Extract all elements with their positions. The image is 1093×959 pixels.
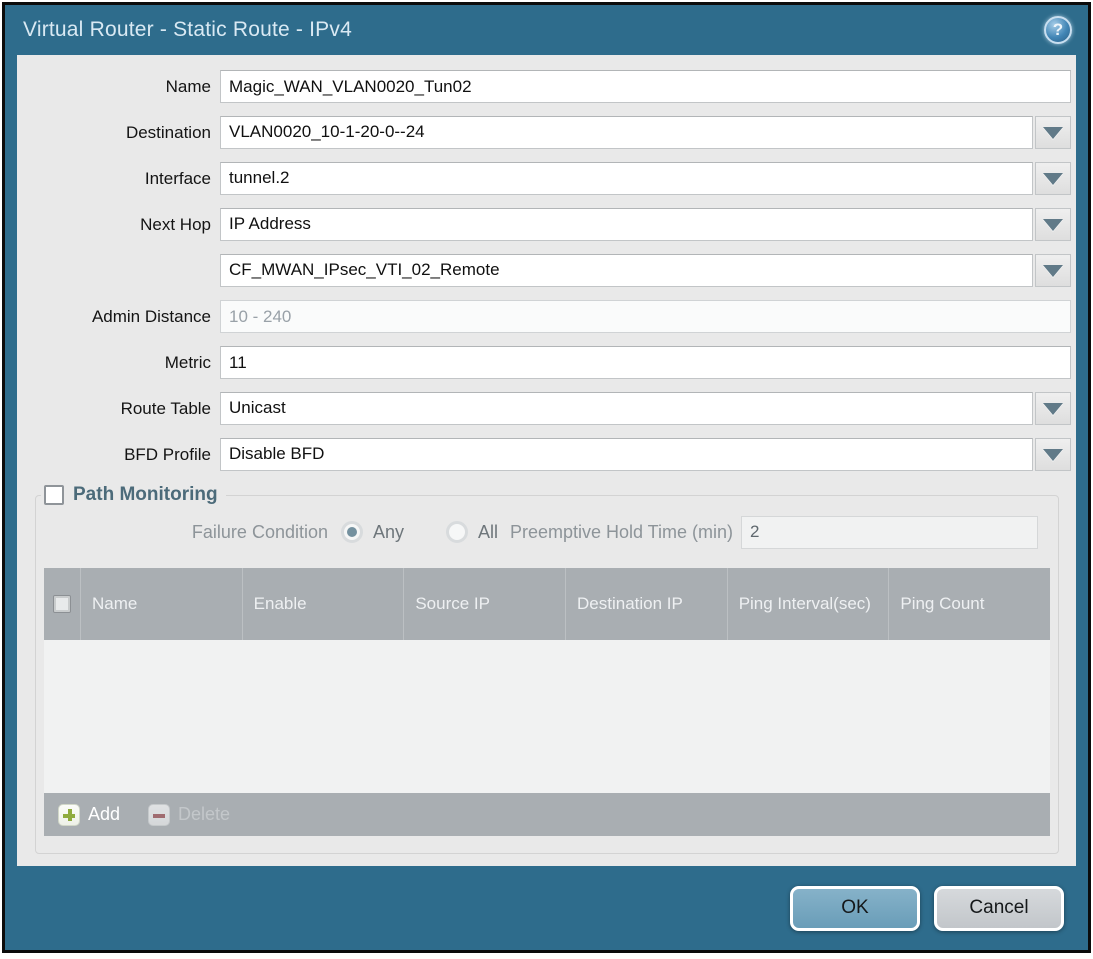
name-input[interactable] bbox=[220, 70, 1071, 103]
form-row-metric: Metric bbox=[17, 346, 1071, 379]
preemptive-hold-time-input[interactable] bbox=[741, 516, 1038, 549]
preemptive-hold-time-label: Preemptive Hold Time (min) bbox=[510, 522, 733, 543]
next-hop-address-dropdown-button[interactable] bbox=[1035, 254, 1071, 287]
metric-input[interactable] bbox=[220, 346, 1071, 379]
form-row-bfd-profile: BFD Profile Disable BFD bbox=[17, 438, 1071, 471]
destination-dropdown-button[interactable] bbox=[1035, 116, 1071, 149]
help-icon[interactable]: ? bbox=[1044, 16, 1072, 44]
dialog-content: Name Destination VLAN0020_10-1-20-0--24 … bbox=[17, 55, 1076, 866]
destination-combo[interactable]: VLAN0020_10-1-20-0--24 bbox=[220, 116, 1033, 149]
next-hop-address-combo[interactable]: CF_MWAN_IPsec_VTI_02_Remote bbox=[220, 254, 1033, 287]
path-monitoring-table: Name Enable Source IP Destination IP Pin… bbox=[44, 568, 1050, 836]
delete-button-label: Delete bbox=[178, 804, 230, 825]
form-row-next-hop-address: CF_MWAN_IPsec_VTI_02_Remote bbox=[17, 254, 1071, 287]
next-hop-type-combo[interactable]: IP Address bbox=[220, 208, 1033, 241]
column-header-source-ip[interactable]: Source IP bbox=[403, 568, 565, 640]
name-label: Name bbox=[17, 77, 220, 97]
help-glyph: ? bbox=[1053, 20, 1063, 40]
add-button[interactable]: Add bbox=[58, 804, 120, 826]
delete-button[interactable]: Delete bbox=[148, 804, 230, 826]
route-table-dropdown-button[interactable] bbox=[1035, 392, 1071, 425]
chevron-down-icon bbox=[1043, 265, 1063, 277]
table-header-row: Name Enable Source IP Destination IP Pin… bbox=[44, 568, 1050, 640]
route-table-combo[interactable]: Unicast bbox=[220, 392, 1033, 425]
path-monitoring-legend: Path Monitoring bbox=[41, 484, 226, 506]
static-route-dialog: Virtual Router - Static Route - IPv4 ? N… bbox=[2, 2, 1091, 953]
table-body-empty bbox=[44, 640, 1050, 793]
interface-combo[interactable]: tunnel.2 bbox=[220, 162, 1033, 195]
path-monitoring-title: Path Monitoring bbox=[73, 484, 218, 506]
form-row-name: Name bbox=[17, 70, 1071, 103]
chevron-down-icon bbox=[1043, 403, 1063, 415]
chevron-down-icon bbox=[1043, 173, 1063, 185]
failure-condition-any-label: Any bbox=[373, 522, 404, 543]
interface-label: Interface bbox=[17, 169, 220, 189]
failure-condition-row: Failure Condition Any All Preemptive Hol… bbox=[36, 514, 1038, 550]
destination-label: Destination bbox=[17, 123, 220, 143]
form-row-destination: Destination VLAN0020_10-1-20-0--24 bbox=[17, 116, 1071, 149]
column-header-enable[interactable]: Enable bbox=[242, 568, 404, 640]
path-monitoring-group: Path Monitoring Failure Condition Any Al… bbox=[35, 484, 1059, 854]
metric-label: Metric bbox=[17, 353, 220, 373]
add-button-label: Add bbox=[88, 804, 120, 825]
select-all-checkbox[interactable] bbox=[53, 595, 71, 613]
route-table-label: Route Table bbox=[17, 399, 220, 419]
failure-condition-radio-all[interactable] bbox=[446, 521, 468, 543]
bfd-profile-combo[interactable]: Disable BFD bbox=[220, 438, 1033, 471]
chevron-down-icon bbox=[1043, 219, 1063, 231]
form-row-next-hop: Next Hop IP Address bbox=[17, 208, 1071, 241]
dialog-footer: OK Cancel bbox=[5, 866, 1088, 950]
plus-icon bbox=[58, 804, 80, 826]
minus-icon bbox=[148, 804, 170, 826]
dialog-title: Virtual Router - Static Route - IPv4 bbox=[23, 18, 352, 42]
bfd-profile-label: BFD Profile bbox=[17, 445, 220, 465]
column-header-name[interactable]: Name bbox=[80, 568, 242, 640]
failure-condition-all-label: All bbox=[478, 522, 498, 543]
form-row-route-table: Route Table Unicast bbox=[17, 392, 1071, 425]
table-toolbar: Add Delete bbox=[44, 793, 1050, 836]
path-monitoring-checkbox[interactable] bbox=[44, 485, 64, 505]
bfd-profile-dropdown-button[interactable] bbox=[1035, 438, 1071, 471]
cancel-button[interactable]: Cancel bbox=[934, 886, 1064, 931]
form-row-admin-distance: Admin Distance bbox=[17, 300, 1071, 333]
select-all-column-header bbox=[44, 568, 80, 640]
chevron-down-icon bbox=[1043, 127, 1063, 139]
next-hop-type-dropdown-button[interactable] bbox=[1035, 208, 1071, 241]
admin-distance-label: Admin Distance bbox=[17, 307, 220, 327]
interface-dropdown-button[interactable] bbox=[1035, 162, 1071, 195]
form-row-interface: Interface tunnel.2 bbox=[17, 162, 1071, 195]
next-hop-label: Next Hop bbox=[17, 215, 220, 235]
ok-button[interactable]: OK bbox=[790, 886, 920, 931]
admin-distance-input[interactable] bbox=[220, 300, 1071, 333]
column-header-destination-ip[interactable]: Destination IP bbox=[565, 568, 727, 640]
dialog-titlebar: Virtual Router - Static Route - IPv4 ? bbox=[5, 5, 1088, 55]
failure-condition-radio-any[interactable] bbox=[341, 521, 363, 543]
chevron-down-icon bbox=[1043, 449, 1063, 461]
column-header-ping-count[interactable]: Ping Count bbox=[888, 568, 1050, 640]
column-header-ping-interval[interactable]: Ping Interval(sec) bbox=[727, 568, 889, 640]
failure-condition-label: Failure Condition bbox=[36, 522, 328, 543]
